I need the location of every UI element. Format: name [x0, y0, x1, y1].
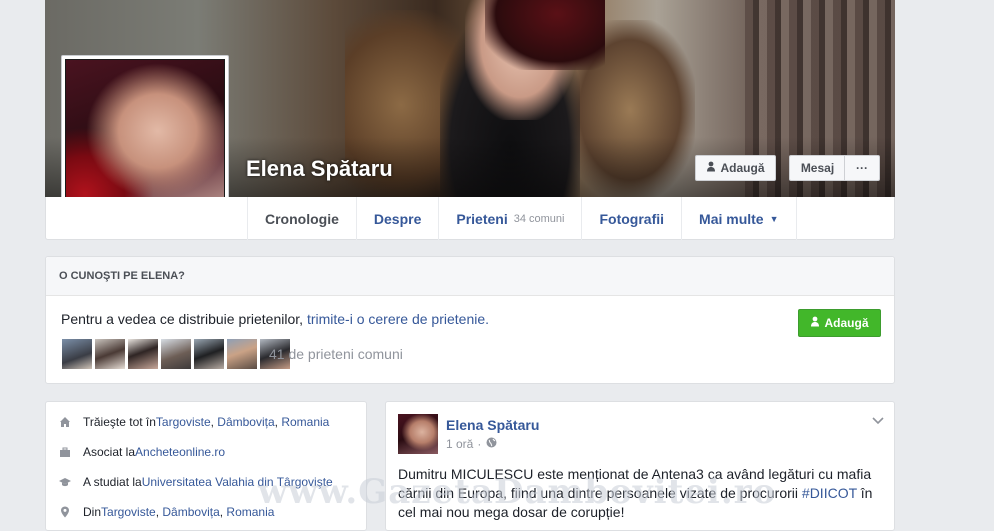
- friend-request-prompt: Pentru a vedea ce distribuie prietenilor…: [61, 311, 489, 327]
- caret-down-icon: ▼: [769, 213, 779, 224]
- tab-about[interactable]: Despre: [355, 197, 438, 240]
- intro-works-at: Asociat la Ancheteonline.ro: [59, 445, 225, 459]
- post-meta: 1 oră ·: [446, 437, 497, 451]
- tab-label: Despre: [373, 210, 422, 227]
- tab-label: Cronologie: [265, 210, 339, 227]
- post-author-avatar[interactable]: [398, 414, 438, 454]
- place-link[interactable]: Targoviste: [156, 415, 211, 429]
- more-options-button[interactable]: ···: [844, 155, 880, 181]
- mutual-friend-avatar[interactable]: [226, 338, 258, 370]
- add-person-icon: [810, 316, 820, 330]
- card-heading: O CUNOŞTI PE ELENA?: [46, 257, 894, 296]
- intro-prefix: A studiat la: [83, 475, 142, 489]
- add-friend-button-green[interactable]: Adaugă: [798, 309, 881, 337]
- tab-label: Fotografii: [599, 210, 665, 227]
- place-link[interactable]: Romania: [281, 415, 329, 429]
- globe-icon[interactable]: [486, 437, 497, 451]
- add-friend-button[interactable]: Adaugă: [695, 155, 776, 181]
- tab-timeline[interactable]: Cronologie: [247, 197, 356, 240]
- post-text-part: Dumitru MICULESCU este menționat de Ante…: [398, 466, 872, 501]
- tab-friends[interactable]: Prieteni 34 comuni: [438, 197, 581, 240]
- intro-card: Trăieşte tot în Targoviste, Dâmbovița, R…: [45, 401, 367, 531]
- tab-label: Prieteni: [456, 210, 508, 227]
- prompt-text: Pentru a vedea ce distribuie prietenilor…: [61, 311, 307, 327]
- graduation-cap-icon: [59, 476, 71, 488]
- intro-prefix: Din: [83, 505, 102, 519]
- intro-from: Din Targoviste, Dâmbovița, Romania: [59, 505, 274, 519]
- meta-separator: ·: [477, 437, 482, 451]
- comma-separator: ,: [219, 505, 227, 519]
- intro-prefix: Asociat la: [83, 445, 136, 459]
- post-timestamp[interactable]: 1 oră: [446, 437, 473, 451]
- tab-more[interactable]: Mai multe ▼: [681, 197, 797, 240]
- cover-photo-hair: [485, 0, 605, 70]
- comma-separator: ,: [210, 415, 218, 429]
- place-link[interactable]: Dâmbovița: [217, 415, 274, 429]
- message-button[interactable]: Mesaj: [789, 155, 845, 181]
- intro-lives-in: Trăieşte tot în Targoviste, Dâmbovița, R…: [59, 415, 329, 429]
- mutual-friends-thumbnails: [61, 338, 291, 370]
- workplace-link[interactable]: Ancheteonline.ro: [135, 445, 225, 459]
- mutual-friend-avatar[interactable]: [127, 338, 159, 370]
- tab-label: Mai multe: [699, 210, 764, 227]
- tab-photos[interactable]: Fotografii: [581, 197, 681, 240]
- profile-picture: [65, 59, 225, 219]
- timeline-post: Elena Spătaru 1 oră · Dumitru MICULESCU …: [385, 401, 895, 531]
- place-link[interactable]: Romania: [226, 505, 274, 519]
- add-friend-label: Adaugă: [824, 316, 869, 330]
- send-friend-request-link[interactable]: trimite-i o cerere de prietenie.: [307, 311, 489, 327]
- mutual-friend-avatar[interactable]: [160, 338, 192, 370]
- add-friend-label: Adaugă: [720, 161, 765, 175]
- place-link[interactable]: Targoviste: [101, 505, 156, 519]
- comma-separator: ,: [155, 505, 163, 519]
- school-link[interactable]: Universitatea Valahia din Târgovişte: [142, 475, 333, 489]
- home-icon: [59, 416, 71, 428]
- know-person-card: O CUNOŞTI PE ELENA? Pentru a vedea ce di…: [45, 256, 895, 384]
- mutual-friends-count[interactable]: 41 de prieteni comuni: [269, 346, 403, 362]
- mutual-friend-avatar[interactable]: [61, 338, 93, 370]
- intro-prefix: Trăieşte tot în: [83, 415, 156, 429]
- place-link[interactable]: Dâmbovița: [162, 505, 219, 519]
- intro-studied-at: A studiat la Universitatea Valahia din T…: [59, 475, 333, 489]
- profile-tab-bar: Cronologie Despre Prieteni 34 comuni Foto…: [45, 197, 895, 240]
- location-pin-icon: [59, 506, 71, 518]
- add-person-icon: [706, 161, 716, 175]
- hashtag-link[interactable]: #DIICOT: [802, 485, 857, 501]
- mutual-friend-avatar[interactable]: [94, 338, 126, 370]
- post-body: Dumitru MICULESCU este menționat de Ante…: [398, 465, 888, 522]
- briefcase-icon: [59, 446, 71, 458]
- mutual-friend-avatar[interactable]: [193, 338, 225, 370]
- profile-name[interactable]: Elena Spătaru: [246, 156, 393, 182]
- mutual-count: 34 comuni: [513, 212, 565, 225]
- post-author-name[interactable]: Elena Spătaru: [446, 417, 539, 433]
- comma-separator: ,: [274, 415, 282, 429]
- post-options-chevron-icon[interactable]: [872, 414, 884, 428]
